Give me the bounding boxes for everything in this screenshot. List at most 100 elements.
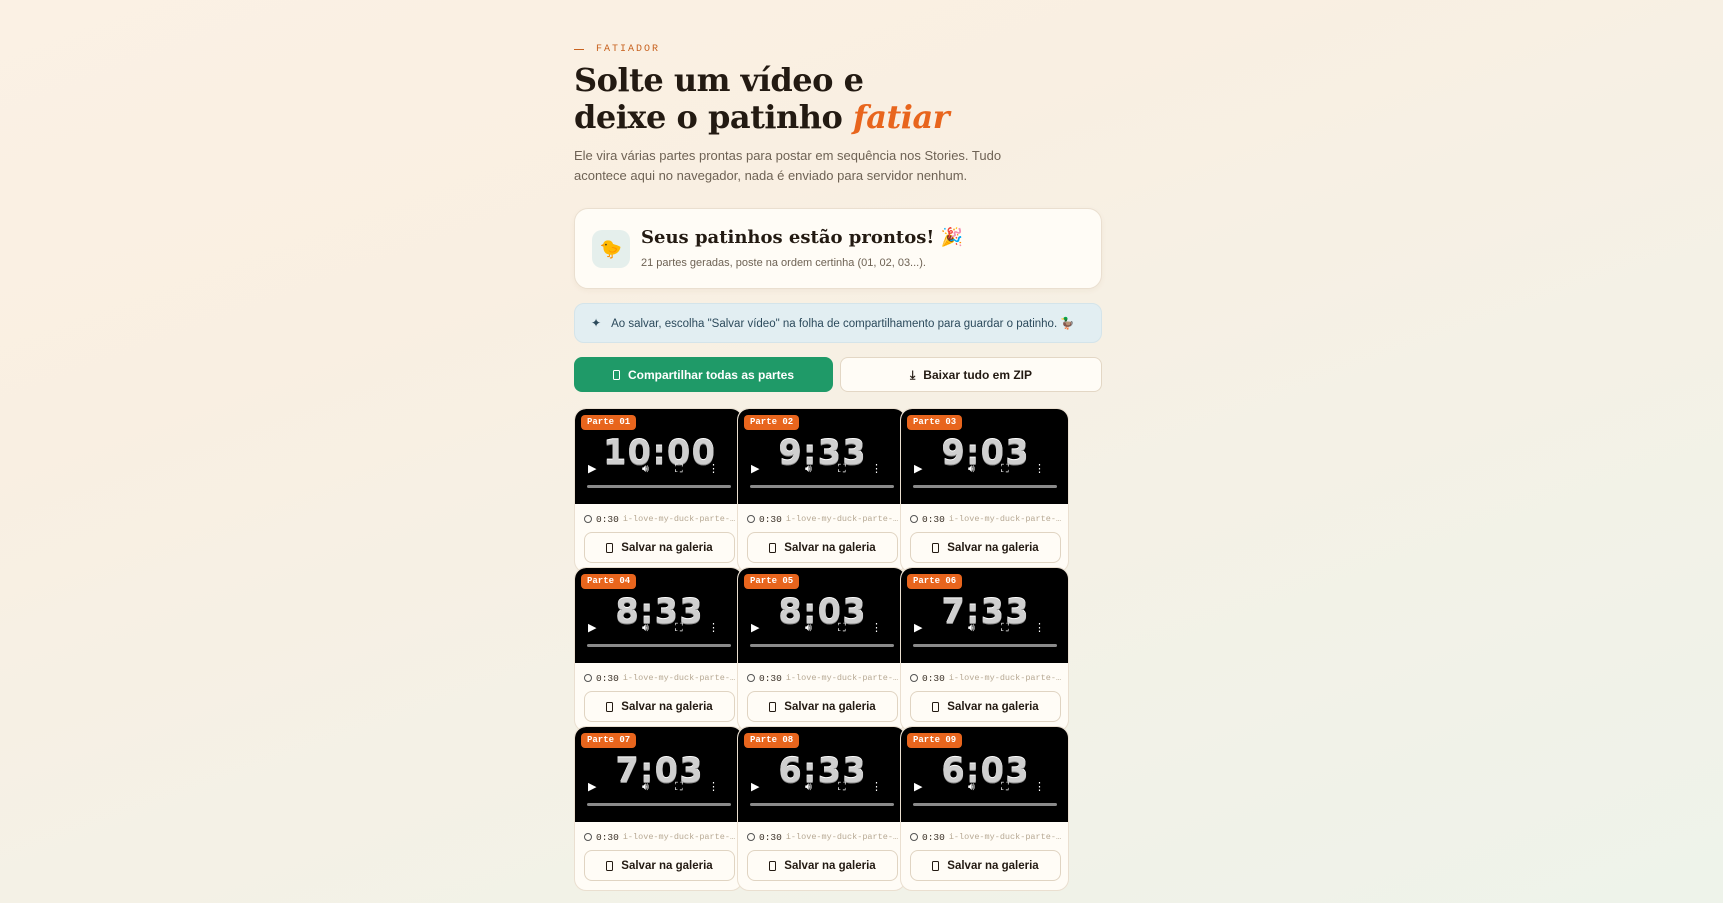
part-card: 7:33 Parte 06 ▶ 🔊︎ ⛶ ⋮ 0:30 i-love-my-du… — [900, 567, 1069, 732]
clock-icon — [584, 515, 592, 523]
part-filename: i-love-my-duck-parte-06.mp4 — [948, 673, 1062, 683]
video-player[interactable]: 8:33 Parte 04 ▶ 🔊︎ ⛶ ⋮ — [575, 568, 742, 663]
part-badge: Parte 02 — [744, 415, 800, 430]
eyebrow-label: FATIADOR — [596, 44, 661, 55]
video-player[interactable]: 10:00 Parte 01 ▶ 🔊︎ ⛶ ⋮ — [575, 409, 742, 504]
eyebrow-dash — [574, 49, 584, 50]
part-duration: 0:30 — [922, 672, 945, 684]
play-icon[interactable]: ▶ — [751, 777, 759, 797]
video-progress-bar[interactable] — [750, 803, 894, 806]
clock-icon — [747, 515, 755, 523]
phone-icon — [612, 369, 620, 380]
play-icon[interactable]: ▶ — [914, 777, 922, 797]
volume-icon[interactable]: 🔊︎ — [642, 459, 649, 479]
part-duration: 0:30 — [922, 831, 945, 843]
part-badge: Parte 09 — [907, 733, 963, 748]
volume-icon[interactable]: 🔊︎ — [805, 459, 812, 479]
save-to-gallery-button[interactable]: Salvar na galeria — [584, 691, 735, 722]
video-player[interactable]: 9:03 Parte 03 ▶ 🔊︎ ⛶ ⋮ — [901, 409, 1068, 504]
video-controls: ▶ 🔊︎ ⛶ ⋮ — [901, 459, 1068, 479]
part-duration: 0:30 — [596, 513, 619, 525]
clock-icon — [584, 833, 592, 841]
save-to-gallery-button[interactable]: Salvar na galeria — [910, 691, 1061, 722]
share-all-button[interactable]: Compartilhar todas as partes — [574, 357, 833, 392]
more-options-icon[interactable]: ⋮ — [708, 777, 719, 797]
fullscreen-icon[interactable]: ⛶ — [838, 459, 846, 479]
fullscreen-icon[interactable]: ⛶ — [1001, 777, 1009, 797]
clock-icon — [747, 674, 755, 682]
part-meta: 0:30 i-love-my-duck-parte-01.mp4 — [584, 512, 736, 526]
save-to-gallery-button[interactable]: Salvar na galeria — [910, 850, 1061, 881]
more-options-icon[interactable]: ⋮ — [708, 618, 719, 638]
more-options-icon[interactable]: ⋮ — [871, 777, 882, 797]
fullscreen-icon[interactable]: ⛶ — [838, 618, 846, 638]
video-progress-bar[interactable] — [750, 485, 894, 488]
save-to-gallery-button[interactable]: Salvar na galeria — [584, 532, 735, 563]
volume-icon[interactable]: 🔊︎ — [642, 618, 649, 638]
more-options-icon[interactable]: ⋮ — [1034, 777, 1045, 797]
volume-icon[interactable]: 🔊︎ — [805, 777, 812, 797]
video-player[interactable]: 9:33 Parte 02 ▶ 🔊︎ ⛶ ⋮ — [738, 409, 905, 504]
duck-icon: 🐤 — [592, 230, 630, 268]
video-player[interactable]: 7:03 Parte 07 ▶ 🔊︎ ⛶ ⋮ — [575, 727, 742, 822]
more-options-icon[interactable]: ⋮ — [1034, 618, 1045, 638]
play-icon[interactable]: ▶ — [914, 618, 922, 638]
volume-icon[interactable]: 🔊︎ — [968, 618, 975, 638]
video-progress-bar[interactable] — [587, 644, 731, 647]
save-label: Salvar na galeria — [784, 541, 876, 554]
fullscreen-icon[interactable]: ⛶ — [1001, 618, 1009, 638]
play-icon[interactable]: ▶ — [751, 459, 759, 479]
part-duration: 0:30 — [922, 513, 945, 525]
save-to-gallery-button[interactable]: Salvar na galeria — [747, 532, 898, 563]
title-accent: fatiar — [853, 98, 950, 136]
fullscreen-icon[interactable]: ⛶ — [675, 618, 683, 638]
video-player[interactable]: 6:33 Parte 08 ▶ 🔊︎ ⛶ ⋮ — [738, 727, 905, 822]
video-progress-bar[interactable] — [913, 803, 1057, 806]
video-progress-bar[interactable] — [913, 644, 1057, 647]
fullscreen-icon[interactable]: ⛶ — [675, 459, 683, 479]
volume-icon[interactable]: 🔊︎ — [968, 777, 975, 797]
save-label: Salvar na galeria — [784, 700, 876, 713]
ready-card: 🐤 Seus patinhos estão prontos! 🎉 21 part… — [574, 208, 1102, 289]
video-controls: ▶ 🔊︎ ⛶ ⋮ — [901, 618, 1068, 638]
save-label: Salvar na galeria — [621, 700, 713, 713]
volume-icon[interactable]: 🔊︎ — [642, 777, 649, 797]
play-icon[interactable]: ▶ — [914, 459, 922, 479]
video-controls: ▶ 🔊︎ ⛶ ⋮ — [738, 618, 905, 638]
save-to-gallery-button[interactable]: Salvar na galeria — [747, 850, 898, 881]
save-to-gallery-button[interactable]: Salvar na galeria — [910, 532, 1061, 563]
save-label: Salvar na galeria — [947, 700, 1039, 713]
more-options-icon[interactable]: ⋮ — [708, 459, 719, 479]
fullscreen-icon[interactable]: ⛶ — [838, 777, 846, 797]
fullscreen-icon[interactable]: ⛶ — [675, 777, 683, 797]
volume-icon[interactable]: 🔊︎ — [805, 618, 812, 638]
download-zip-button[interactable]: ⤓ Baixar tudo em ZIP — [840, 357, 1102, 392]
video-progress-bar[interactable] — [587, 803, 731, 806]
part-filename: i-love-my-duck-parte-09.mp4 — [948, 832, 1062, 842]
part-filename: i-love-my-duck-parte-02.mp4 — [785, 514, 899, 524]
play-icon[interactable]: ▶ — [751, 618, 759, 638]
more-options-icon[interactable]: ⋮ — [871, 618, 882, 638]
play-icon[interactable]: ▶ — [588, 618, 596, 638]
part-filename: i-love-my-duck-parte-03.mp4 — [948, 514, 1062, 524]
video-player[interactable]: 6:03 Parte 09 ▶ 🔊︎ ⛶ ⋮ — [901, 727, 1068, 822]
more-options-icon[interactable]: ⋮ — [1034, 459, 1045, 479]
download-icon: ⤓ — [909, 367, 916, 382]
clock-icon — [747, 833, 755, 841]
video-player[interactable]: 7:33 Parte 06 ▶ 🔊︎ ⛶ ⋮ — [901, 568, 1068, 663]
clock-icon — [910, 833, 918, 841]
phone-icon — [932, 542, 940, 553]
fullscreen-icon[interactable]: ⛶ — [1001, 459, 1009, 479]
volume-icon[interactable]: 🔊︎ — [968, 459, 975, 479]
video-progress-bar[interactable] — [913, 485, 1057, 488]
more-options-icon[interactable]: ⋮ — [871, 459, 882, 479]
play-icon[interactable]: ▶ — [588, 459, 596, 479]
play-icon[interactable]: ▶ — [588, 777, 596, 797]
part-card: 6:33 Parte 08 ▶ 🔊︎ ⛶ ⋮ 0:30 i-love-my-du… — [737, 726, 906, 891]
video-player[interactable]: 8:03 Parte 05 ▶ 🔊︎ ⛶ ⋮ — [738, 568, 905, 663]
video-progress-bar[interactable] — [587, 485, 731, 488]
save-to-gallery-button[interactable]: Salvar na galeria — [584, 850, 735, 881]
save-to-gallery-button[interactable]: Salvar na galeria — [747, 691, 898, 722]
video-progress-bar[interactable] — [750, 644, 894, 647]
download-zip-label: Baixar tudo em ZIP — [923, 367, 1032, 382]
